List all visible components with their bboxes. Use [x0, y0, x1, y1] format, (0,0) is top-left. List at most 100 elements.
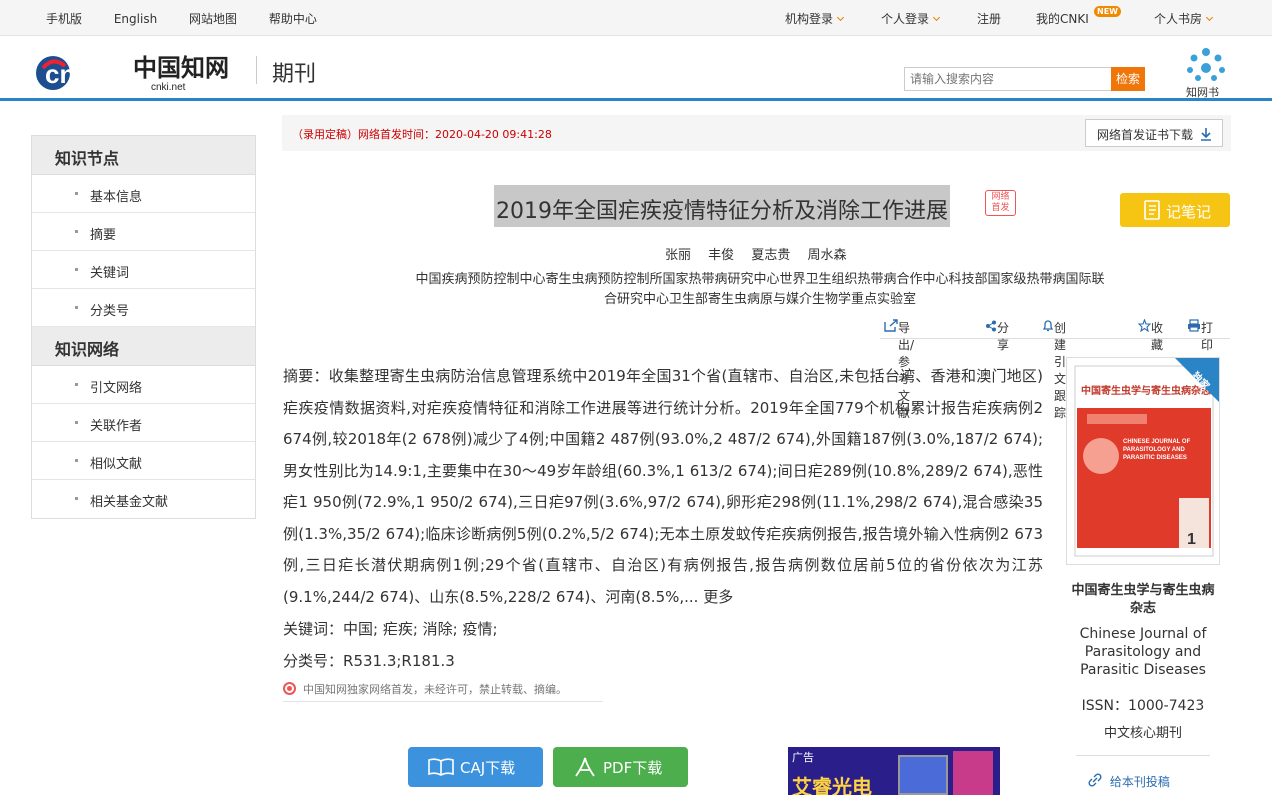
help-link[interactable]: 帮助中心	[269, 12, 317, 26]
download-icon	[1201, 128, 1211, 141]
star-icon	[1137, 318, 1152, 333]
journal-name[interactable]: 中国寄生虫学与寄生虫病杂志	[1066, 582, 1220, 618]
author-link[interactable]: 周水森	[807, 248, 846, 263]
cite-track-label: 创建引文跟踪	[1054, 321, 1067, 420]
logo-sub: cnki.net	[151, 82, 186, 92]
first-pub-badge-line2: 首发	[991, 203, 1010, 213]
cite-track-button[interactable]: 创建引文跟踪	[1042, 319, 1066, 420]
abstract-block: 摘要：收集整理寄生虫病防治信息管理系统中2019年全国31个省(直辖市、自治区,…	[283, 361, 1043, 613]
abstract-more-link[interactable]: 更多	[703, 588, 733, 606]
share-label: 分享	[997, 321, 1010, 352]
cnki-logo[interactable]: cnki 中国知网 cnki.net	[33, 48, 243, 92]
caj-download-button[interactable]: CAJ下载	[408, 747, 543, 787]
favorite-button[interactable]: 收藏	[1137, 318, 1163, 352]
print-button[interactable]: 打印	[1187, 319, 1213, 352]
sidebar-item-fund-docs[interactable]: 相关基金文献	[32, 480, 255, 518]
cover-title: 中国寄生虫学与寄生虫病杂志	[1081, 384, 1211, 397]
chevron-down-icon	[1205, 13, 1214, 22]
sidebar-item-abstract[interactable]: 摘要	[32, 213, 255, 251]
sidebar-section-network: 知识网络	[32, 327, 255, 366]
section-title: 期刊	[272, 62, 317, 87]
zhiwangshu-logo[interactable]: 知网书	[1180, 42, 1232, 98]
take-note-button[interactable]: 记笔记	[1120, 193, 1230, 227]
sidebar-item-basic-info[interactable]: 基本信息	[32, 175, 255, 213]
share-icon	[986, 320, 996, 332]
export-ref-button[interactable]: 导出/参考文献	[884, 319, 914, 420]
top-left-links: 手机版 English 网站地图 帮助中心	[46, 10, 345, 27]
journal-cover-image: 中国寄生虫学与寄生虫病杂志 CHINESE JOURNAL OF PARASIT…	[1074, 358, 1219, 557]
sitemap-link[interactable]: 网站地图	[189, 12, 237, 26]
cover-en-text: CHINESE JOURNAL OF PARASITOLOGY AND PARA…	[1123, 439, 1191, 461]
copyright-text: 中国知网独家网络首发，未经许可，禁止转载、摘编。	[303, 683, 567, 696]
first-pub-badge: 网络 首发	[985, 190, 1016, 216]
article-title: 2019年全国疟疾疫情特征分析及消除工作进展	[494, 185, 950, 227]
header-divider	[256, 56, 257, 84]
author-link[interactable]: 张丽	[665, 248, 691, 263]
keywords-row: 关键词：中国; 疟疾; 消除; 疫情;	[283, 618, 498, 639]
abstract-text: 收集整理寄生虫病防治信息管理系统中2019年全国31个省(直辖市、自治区,未包括…	[283, 367, 1043, 606]
top-bar: 手机版 English 网站地图 帮助中心 机构登录 个人登录 注册 我的CNK…	[0, 0, 1272, 36]
sidebar-item-citation-network[interactable]: 引文网络	[32, 366, 255, 404]
personal-login-menu[interactable]: 个人登录	[881, 10, 941, 27]
site-header: cnki 中国知网 cnki.net 期刊 检索 知网书	[0, 36, 1272, 101]
ad-banner[interactable]: 广告 艾睿光电	[788, 747, 1000, 795]
bell-icon	[1042, 320, 1054, 332]
journal-issn: ISSN：1000-7423	[1081, 698, 1205, 714]
affiliation-line-2: 合研究中心卫生部寄生虫病原与媒介生物学重点实验室	[603, 292, 916, 307]
mobile-link[interactable]: 手机版	[46, 12, 82, 26]
search-input[interactable]	[904, 67, 1112, 91]
submit-label: 给本刊投稿	[1109, 775, 1170, 789]
pdf-icon	[575, 757, 595, 777]
chevron-down-icon	[932, 13, 941, 22]
cover-issue-number: 1	[1187, 531, 1196, 548]
cover-en-title: CHINESE JOURNAL OF PARASITOLOGY AND PARA…	[1123, 439, 1191, 461]
notebook-icon	[1144, 200, 1160, 220]
sidebar-item-related-authors[interactable]: 关联作者	[32, 404, 255, 442]
logo-cn: 中国知网	[133, 53, 229, 82]
knowledge-sidebar: 知识节点 基本信息 摘要 关键词 分类号 知识网络 引文网络 关联作者 相似文献…	[31, 135, 256, 519]
sidebar-item-keywords[interactable]: 关键词	[32, 251, 255, 289]
english-link[interactable]: English	[114, 12, 157, 26]
keywords-value[interactable]: 中国; 疟疾; 消除; 疫情;	[343, 620, 498, 638]
journal-divider	[1076, 755, 1210, 756]
ad-tag: 广告	[792, 751, 814, 764]
personal-study-menu[interactable]: 个人书房	[1154, 10, 1214, 27]
register-link[interactable]: 注册	[977, 10, 1001, 27]
caj-download-label: CAJ下载	[460, 759, 516, 777]
zsb-label: 知网书	[1186, 85, 1219, 98]
class-no-label: 分类号：	[283, 652, 344, 670]
author-link[interactable]: 丰俊	[708, 248, 734, 263]
article-toolbar: 导出/参考文献 分享 创建引文跟踪 收藏 打印	[880, 318, 1230, 420]
search-button[interactable]: 检索	[1111, 67, 1145, 91]
export-icon	[884, 319, 898, 332]
copyright-notice: 中国知网独家网络首发，未经许可，禁止转载、摘编。	[283, 678, 603, 702]
sidebar-item-class-no[interactable]: 分类号	[32, 289, 255, 327]
cert-download-button[interactable]: 网络首发证书下载	[1085, 119, 1223, 147]
first-pub-badge-line1: 网络	[991, 192, 1010, 202]
journal-cover[interactable]: 中国寄生虫学与寄生虫病杂志 CHINESE JOURNAL OF PARASIT…	[1066, 357, 1220, 565]
author-list: 张丽 丰俊 夏志贵 周水森	[665, 244, 859, 263]
affiliation[interactable]: 中国疾病预防控制中心寄生虫病预防控制所国家热带病研究中心世界卫生组织热带病合作中…	[380, 270, 1140, 310]
class-no-row: 分类号：R531.3;R181.3	[283, 650, 455, 671]
my-cnki-link[interactable]: 我的CNKI	[1036, 10, 1089, 27]
cert-download-label: 网络首发证书下载	[1097, 128, 1194, 142]
take-note-label: 记笔记	[1166, 203, 1212, 221]
target-icon	[283, 682, 296, 695]
author-link[interactable]: 夏志贵	[751, 248, 790, 263]
affiliation-line-1: 中国疾病预防控制中心寄生虫病预防控制所国家热带病研究中心世界卫生组织热带病合作中…	[415, 272, 1105, 287]
personal-login-label: 个人登录	[881, 12, 930, 26]
pdf-download-button[interactable]: PDF下载	[553, 747, 688, 787]
favorite-label: 收藏	[1151, 321, 1164, 352]
sidebar-item-similar-docs[interactable]: 相似文献	[32, 442, 255, 480]
journal-core-label: 中文核心期刊	[1103, 726, 1182, 741]
submit-link[interactable]: 给本刊投稿	[1088, 773, 1170, 790]
share-button[interactable]: 分享	[985, 319, 1009, 352]
chevron-down-icon	[836, 13, 845, 22]
ad-product-image	[898, 755, 948, 795]
pdf-download-label: PDF下载	[603, 759, 663, 777]
inst-login-menu[interactable]: 机构登录	[785, 10, 845, 27]
inst-login-label: 机构登录	[785, 12, 834, 26]
sidebar-section-nodes: 知识节点	[32, 136, 255, 175]
ad-product-image	[953, 751, 993, 795]
abstract-label: 摘要：	[283, 367, 329, 385]
